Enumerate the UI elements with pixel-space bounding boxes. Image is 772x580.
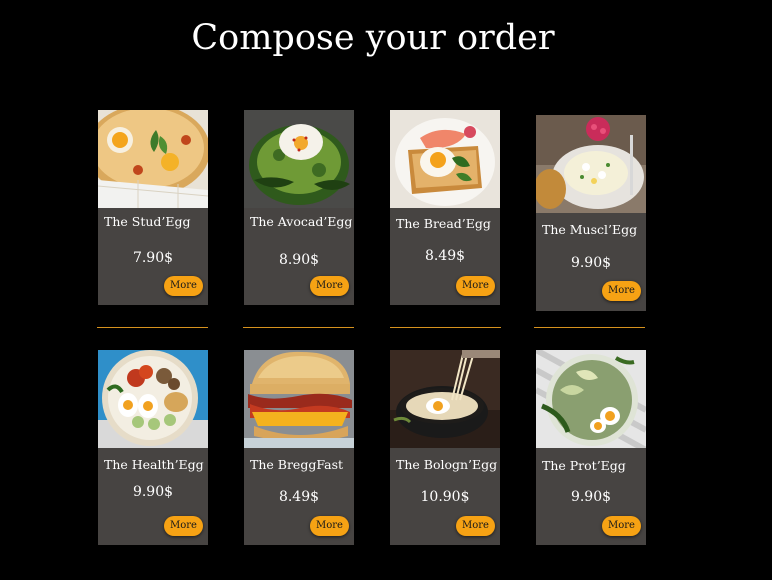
product-card-health-egg[interactable]: The Health’Egg 9.90$ More [98, 350, 208, 545]
egg-salad-plate-image [536, 115, 646, 213]
divider [534, 327, 645, 328]
product-card-muscl-egg[interactable]: The Muscl’Egg 9.90$ More [536, 115, 646, 311]
product-price: 10.90$ [420, 489, 470, 505]
more-button[interactable]: More [310, 516, 349, 536]
product-name: The Bologn’Egg [396, 457, 498, 472]
product-card-avocad-egg[interactable]: The Avocad’Egg 8.90$ More [244, 110, 354, 305]
pasta-bowl-image [390, 350, 500, 448]
more-button[interactable]: More [602, 281, 641, 301]
egg-veggie-plate-image [536, 350, 646, 448]
more-button[interactable]: More [164, 276, 203, 296]
product-card-breggfast[interactable]: The BreggFast 8.49$ More [244, 350, 354, 545]
divider [390, 327, 501, 328]
more-button[interactable]: More [602, 516, 641, 536]
product-name: The Prot’Egg [542, 458, 626, 473]
product-price: 7.90$ [132, 250, 174, 266]
product-price: 8.49$ [278, 489, 320, 505]
more-button[interactable]: More [164, 516, 203, 536]
product-name: The Muscl’Egg [542, 222, 638, 237]
product-name: The BreggFast [250, 457, 344, 472]
product-card-prot-egg[interactable]: The Prot’Egg 9.90$ More [536, 350, 646, 545]
page-title: Compose your order [191, 18, 555, 58]
more-button[interactable]: More [456, 276, 495, 296]
egg-salmon-toast-image [390, 110, 500, 208]
divider [97, 327, 208, 328]
healthy-bowl-image [98, 350, 208, 448]
more-button[interactable]: More [456, 516, 495, 536]
divider [243, 327, 354, 328]
breakfast-sandwich-image [244, 350, 354, 448]
product-price: 9.90$ [570, 255, 612, 271]
product-card-bread-egg[interactable]: The Bread’Egg 8.49$ More [390, 110, 500, 305]
avocado-toast-image [244, 110, 354, 208]
product-card-bologn-egg[interactable]: The Bologn’Egg 10.90$ More [390, 350, 500, 545]
product-price: 8.90$ [278, 252, 320, 268]
product-price: 9.90$ [132, 484, 174, 500]
product-name: The Avocad’Egg [250, 214, 353, 229]
product-card-stud-egg[interactable]: The Stud’Egg 7.90$ More [98, 110, 208, 305]
cheese-egg-pan-image [98, 110, 208, 208]
more-button[interactable]: More [310, 276, 349, 296]
product-price: 9.90$ [570, 489, 612, 505]
product-name: The Stud’Egg [104, 214, 191, 229]
product-name: The Bread’Egg [396, 216, 491, 231]
product-name: The Health’Egg [104, 457, 204, 472]
product-price: 8.49$ [424, 248, 466, 264]
